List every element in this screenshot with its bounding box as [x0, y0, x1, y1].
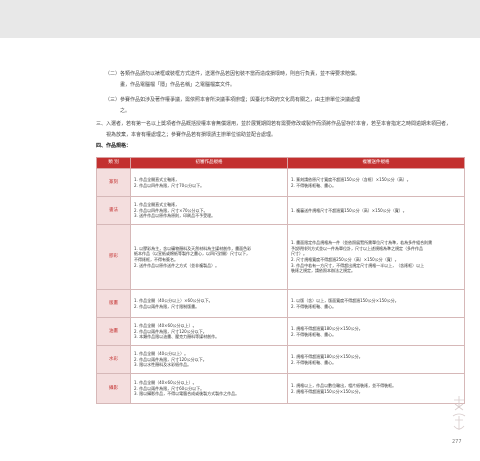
spec-line: 3. 送件作品以原作為原則，印刷品不予受理。: [134, 213, 216, 219]
final-spec-cell: 1. 複審送件規格尺寸不超過寬150公分（高）×150公分（寬）。: [287, 196, 465, 225]
category-cell: 書法: [96, 196, 131, 225]
final-spec-cell: 1. 畫面限定作品規格為一件（並依照展覽所需單位尺寸為準，若為多件組合則需 予說…: [287, 224, 465, 290]
table-row: 水彩 1. 作品全開（40公分以上）。 2. 作品以兩件為限，尺寸120公分以下…: [96, 345, 465, 374]
initial-spec-cell: 1. 作品全開直式立軸裱， 2. 作品以四件為限，尺寸70公分以下。: [130, 168, 288, 197]
header-category: 類 別: [96, 157, 131, 169]
seal-watermark-icon: [452, 396, 466, 430]
spec-line: 1. 複審送件規格尺寸不超過寬150公分（高）×150公分（寬）。: [291, 207, 407, 213]
header-initial: 初審作品規格: [130, 157, 288, 169]
initial-spec-cell: 1. 作品全開（40公分以上）。 2. 作品以兩件為限，尺寸120公分以下。 3…: [130, 345, 288, 374]
table-row: 油畫 1. 作品全開（40×60公分以上）。 2. 作品以兩件為限，尺寸120公…: [96, 317, 465, 346]
table-row: 版畫 1. 作品全開（40公分以上）×60公分以下。 2. 作品以兩件為限，尺寸…: [96, 289, 465, 318]
intro-line-3: （三）參賽作品如涉及著作權爭議，需依照本會所決議事項辦理；與臺北市政府文化局有關…: [105, 97, 361, 103]
page-number: 277: [452, 439, 462, 445]
spec-line: 2. 規格不得超過寬150公分×150公分。: [291, 388, 363, 394]
initial-spec-cell: 1. 作品全開（40×60公分以上）。 2. 作品以兩件為限，尺寸60公分以下。…: [130, 373, 288, 404]
category-cell: 油畫: [96, 317, 131, 346]
table-row: 攝影 1. 作品全開（40×60公分以上）。 2. 作品以兩件為限，尺寸60公分…: [96, 373, 465, 404]
category-cell: 膠彩: [96, 224, 131, 290]
final-spec-cell: 1. 規格不得超過寬180公分×150公分。 2. 不得裝裱框軸、畫心。: [287, 345, 465, 374]
category-cell: 攝影: [96, 373, 131, 404]
initial-spec-cell: 1. 作品全開（40×60公分以上）。 2. 作品以兩件為限，尺寸120公分以下…: [130, 317, 288, 346]
initial-spec-cell: 1. 作品全開（40公分以上）×60公分以下。 2. 作品以兩件為限，尺寸限制版…: [130, 289, 288, 318]
intro-line-4: 之。: [105, 108, 131, 114]
spec-line: 3. 本類作品限以油畫、壓克力顏料等媒材創作。: [134, 334, 220, 340]
spec-line: 2. 不得裝裱框軸、畫心。: [291, 182, 337, 188]
initial-spec-cell: 1. 作品全開直式立軸裱， 2. 作品以四件為限，尺寸×70公分以下。 3. 送…: [130, 196, 288, 225]
initial-spec-cell: 1. 以膠彩為主，含以礦物顏料及天然材料為主媒材創作，畫面色彩 紙本作品（以宣紙…: [130, 224, 288, 290]
intro-line-5: 三、入選者，若有第一名以上獎項者作品概括授權本會無償運用，並於展覽期間若有需要修…: [96, 121, 452, 127]
intro-line-6: 視為放棄，本會有權處理之；參賽作品若有損壞請主辦單位協助並配合處理。: [96, 132, 277, 138]
specification-table: 類 別 初審作品規格 複審送件規格 篆刻 1. 作品全開直式立軸裱， 2. 作品…: [96, 157, 465, 404]
spec-line: 2. 不得裝裱框軸、畫心。: [291, 359, 337, 365]
category-cell: 篆刻: [96, 168, 131, 197]
category-cell: 版畫: [96, 289, 131, 318]
category-cell: 水彩: [96, 345, 131, 374]
spec-line: 3. 限以攝影作品，不得以電腦合成或後製方式製作之作品。: [134, 391, 240, 397]
section-heading: 四、作品規格：: [96, 143, 132, 149]
table-row: 膠彩 1. 以膠彩為主，含以礦物顏料及天然材料為主媒材創作，畫面色彩 紙本作品（…: [96, 224, 465, 290]
spec-line: 2. 不得裝裱框軸、畫心。: [291, 331, 337, 337]
spec-line: 2. 作品以四件為限，尺寸70公分以下。: [134, 182, 205, 188]
spec-line: 2. 送件作品以原作送件之方式（並非複製品）。: [134, 262, 220, 268]
spec-line: 2. 不得裝裱框軸、畫心。: [291, 303, 337, 309]
final-spec-cell: 1. 以版（含）以上，版面寬度不得超過150公分×150公分。 2. 不得裝裱框…: [287, 289, 465, 318]
table-row: 書法 1. 作品全開直式立軸裱， 2. 作品以四件為限，尺寸×70公分以下。 3…: [96, 196, 465, 225]
intro-line-2: 畫，作品電腦檔「隱」作品名稱」之電腦檔案文件。: [105, 82, 236, 88]
spec-line: 3. 限以水性顏料及水彩紙作品。: [134, 362, 192, 368]
spec-line: 裝裱之規定，請依照本辦法之規定。: [291, 268, 355, 274]
final-spec-cell: 1. 篆刻請依原尺寸寬度不超過150公分（含框）×150公分（高）。 2. 不得…: [287, 168, 465, 197]
intro-line-1: （二）各類作品請勿以裱框或裝框方式送件，送選作品若因包裝不當而造成損壞時，則自行…: [105, 71, 361, 77]
spec-line: 2. 作品以兩件為限，尺寸限制版畫。: [134, 303, 200, 309]
table-row: 篆刻 1. 作品全開直式立軸裱， 2. 作品以四件為限，尺寸70公分以下。 1.…: [96, 168, 465, 197]
header-final: 複審送件規格: [287, 157, 465, 169]
table-header-row: 類 別 初審作品規格 複審送件規格: [96, 157, 465, 169]
final-spec-cell: 1. 規格不得超過寬180公分×150公分。 2. 不得裝裱框軸、畫心。: [287, 317, 465, 346]
final-spec-cell: 1. 規格以上，作品以數位輸出，相片紙裝裱，並不得裝框。 2. 規格不得超過寬1…: [287, 373, 465, 404]
